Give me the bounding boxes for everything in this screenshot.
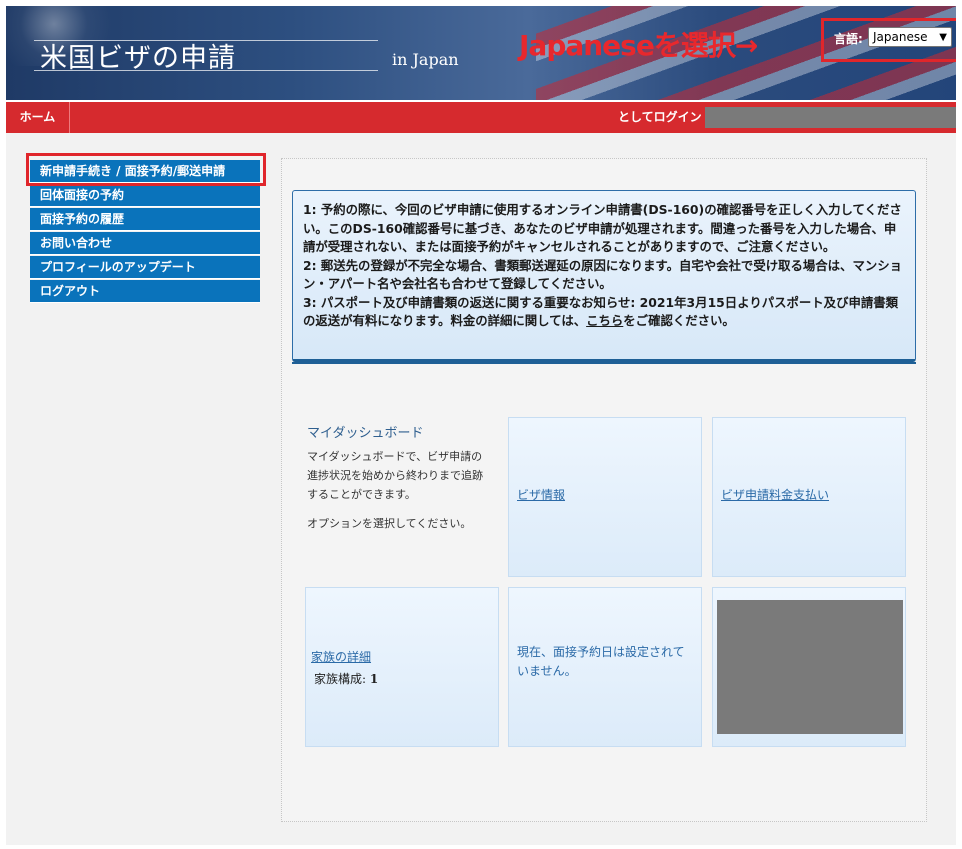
sidebar-item-logout[interactable]: ログアウト (30, 280, 260, 303)
nav-home-link[interactable]: ホーム (6, 102, 70, 133)
dashboard-title: マイダッシュボード (307, 426, 424, 441)
sidebar-item-profile-update[interactable]: プロフィールのアップデート (30, 256, 260, 279)
annotation-text: Japaneseを選択→ (519, 29, 758, 62)
appointment-status-text: 現在、面接予約日は設定されていません。 (517, 645, 685, 678)
title-rule-bottom (34, 70, 378, 71)
tile-visa-info[interactable]: ビザ情報 (508, 417, 702, 577)
tile-appointment-status: 現在、面接予約日は設定されていません。 (508, 587, 702, 747)
notice-item-1: 1: 予約の際に、今回のビザ申請に使用するオンライン申請書(DS-160)の確認… (303, 202, 902, 254)
tile-family-details[interactable]: 家族の詳細 家族構成: 1 (305, 587, 499, 747)
sidebar-item-group-interview[interactable]: 回体面接の予約 (30, 184, 260, 207)
chevron-down-icon: ▼ (939, 32, 947, 43)
language-select[interactable]: Japanese ▼ (868, 27, 952, 47)
family-count: 家族構成: 1 (314, 670, 378, 687)
language-select-value: Japanese (873, 30, 928, 44)
header-banner: 米国ビザの申請 in Japan Japaneseを選択→ 言語: Japane… (6, 6, 956, 100)
notice-box: 1: 予約の際に、今回のビザ申請に使用するオンライン申請書(DS-160)の確認… (292, 190, 916, 362)
family-count-value: 1 (369, 672, 379, 686)
language-highlight-box: 言語: Japanese ▼ (821, 18, 956, 62)
redacted-username (705, 107, 956, 128)
dashboard-intro: マイダッシュボード マイダッシュボードで、ビザ申請の進捗状況を始めから終わりまで… (307, 422, 487, 533)
site-subtitle: in Japan (392, 50, 459, 69)
notice-divider (292, 362, 916, 364)
family-details-link[interactable]: 家族の詳細 (311, 648, 371, 665)
notice-item-3: 3: パスポート及び申請書類の返送に関する重要なお知らせ: 2021年3月15日… (303, 294, 905, 331)
sidebar-item-appointment-history[interactable]: 面接予約の履歴 (30, 208, 260, 231)
notice-item-2: 2: 郵送先の登録が不完全な場合、書類郵送遅延の原因になります。自宅や会社で受け… (303, 257, 903, 292)
notice-item-3-suffix: をご確認ください。 (623, 313, 735, 328)
redacted-image (717, 600, 903, 734)
tile-redacted (712, 587, 906, 747)
visa-info-link[interactable]: ビザ情報 (517, 486, 565, 503)
family-count-label: 家族構成: (314, 672, 367, 686)
dashboard-option-text: オプションを選択してください。 (307, 517, 472, 530)
sidebar-highlight-box (26, 153, 266, 186)
language-label: 言語: (834, 32, 863, 46)
visa-fee-link[interactable]: ビザ申請料金支払い (721, 486, 829, 503)
top-navbar: ホーム としてログイン (6, 102, 956, 133)
sidebar-item-contact[interactable]: お問い合わせ (30, 232, 260, 255)
logged-in-label: としてログイン (618, 110, 702, 124)
dashboard-description: マイダッシュボードで、ビザ申請の進捗状況を始めから終わりまで追跡することができま… (307, 450, 483, 501)
fee-details-link[interactable]: こちら (586, 313, 623, 328)
tile-visa-fee[interactable]: ビザ申請料金支払い (712, 417, 906, 577)
